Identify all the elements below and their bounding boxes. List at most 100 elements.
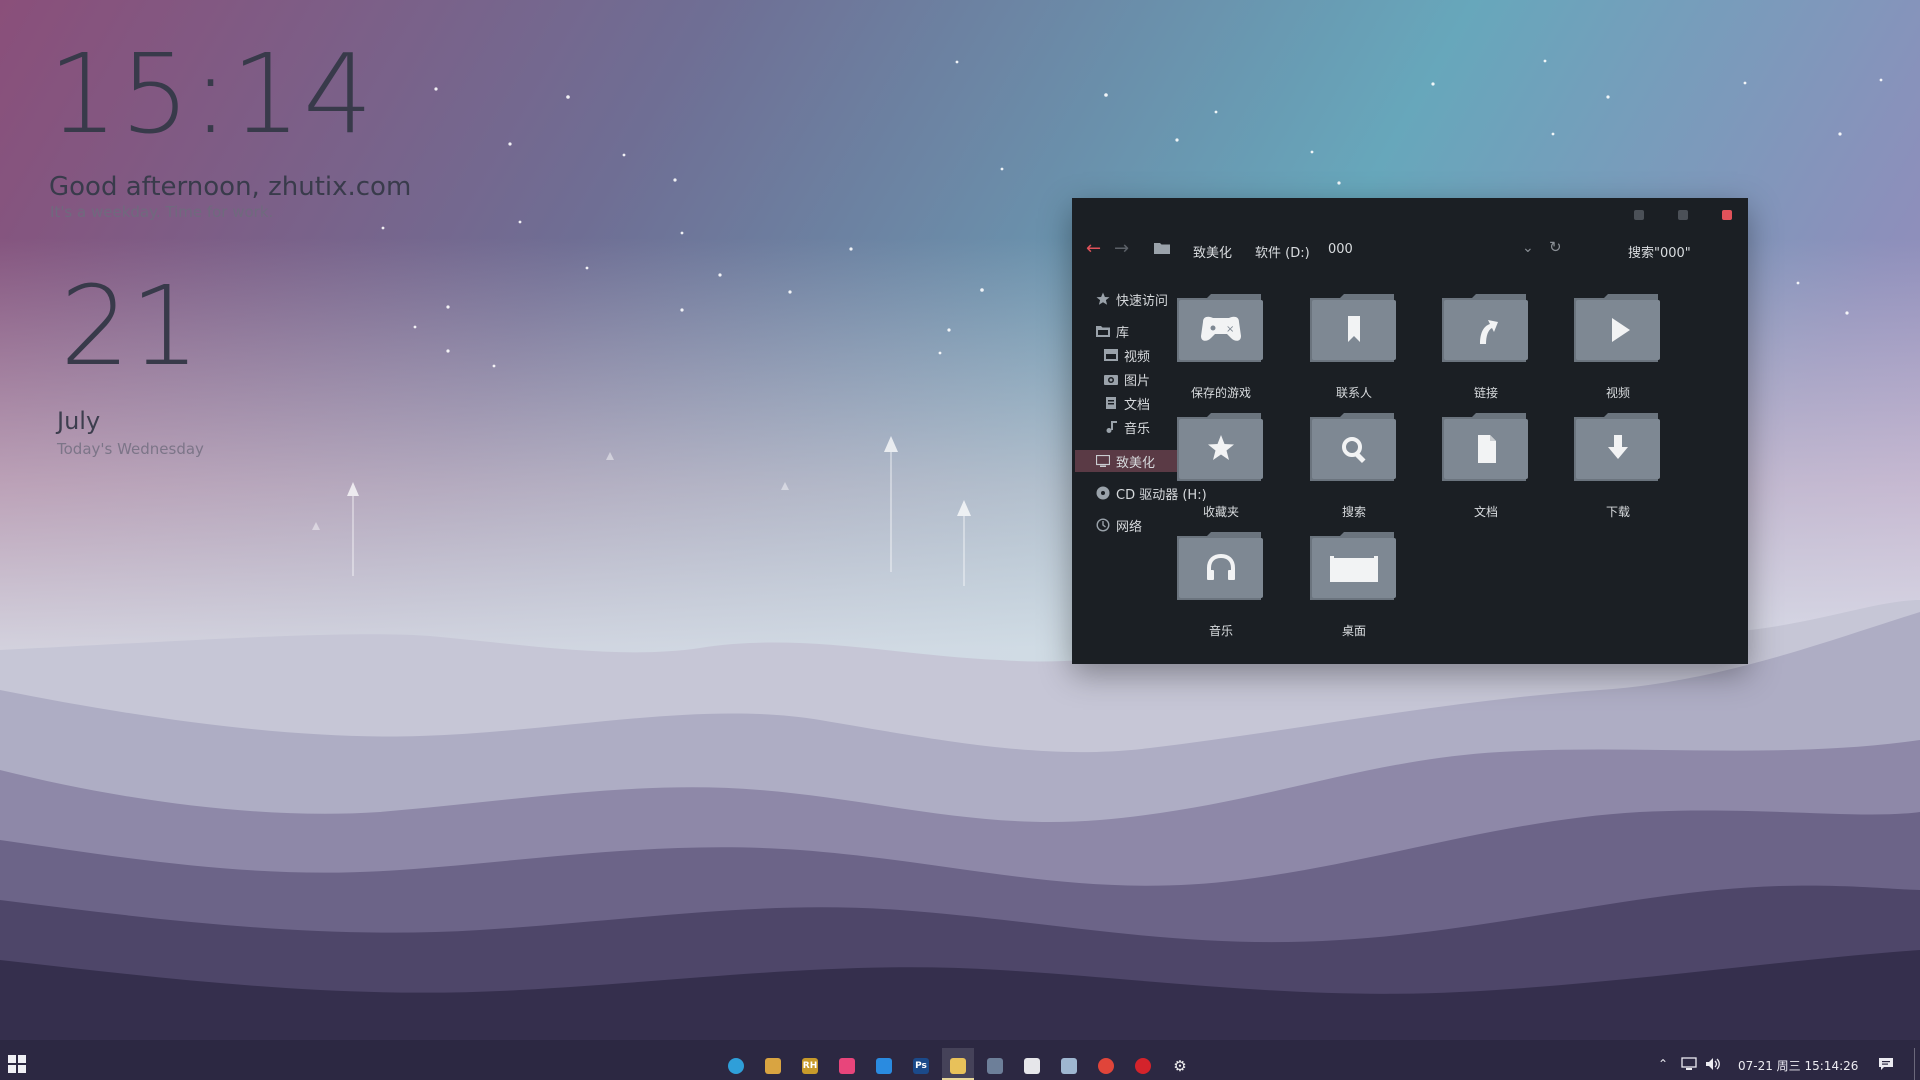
taskbar-app-screenshot[interactable] xyxy=(833,1052,861,1080)
chevron-down-icon[interactable]: ⌄ xyxy=(1522,240,1534,256)
sidebar-item-label: 视频 xyxy=(1124,349,1151,365)
svg-text:×: × xyxy=(1226,324,1234,335)
folder-links[interactable]: 链接 xyxy=(1431,294,1541,402)
notification-icon[interactable] xyxy=(1878,1057,1894,1071)
library-folder-icon xyxy=(1096,326,1110,337)
sidebar-item-videos[interactable]: 视频 xyxy=(1104,344,1150,366)
taskbar-app-tools[interactable] xyxy=(759,1052,787,1080)
taskbar-app-photoshop[interactable]: Ps xyxy=(907,1052,935,1080)
calculator-icon xyxy=(987,1058,1003,1074)
star-icon xyxy=(1177,413,1263,481)
folder-searches[interactable]: 搜索 xyxy=(1299,413,1409,521)
desktop: 15:14 Good afternoon, zhutix.com It's a … xyxy=(0,0,1920,1080)
greeting-subtext: It's a weekday. Time for work. xyxy=(50,203,274,221)
taskbar-app-files[interactable] xyxy=(1055,1052,1083,1080)
search-input[interactable]: 搜索"000" xyxy=(1628,242,1691,261)
notepad-icon xyxy=(1024,1058,1040,1074)
tools-icon xyxy=(765,1058,781,1074)
folder-contacts[interactable]: 联系人 xyxy=(1299,294,1409,402)
sidebar-item-label: 致美化 xyxy=(1116,455,1156,471)
headphones-icon xyxy=(1177,532,1263,600)
date-month: July xyxy=(57,407,101,435)
sidebar-item-music[interactable]: 音乐 xyxy=(1104,416,1150,438)
taskbar-clock[interactable]: 07-21 周三 15:14:26 xyxy=(1738,1057,1858,1074)
folder-label: 联系人 xyxy=(1335,386,1372,400)
minimize-button[interactable] xyxy=(1634,210,1644,220)
folder-music[interactable]: 音乐 xyxy=(1166,532,1276,640)
search-icon xyxy=(1310,413,1396,481)
folder-label: 链接 xyxy=(1473,386,1498,400)
music-note-icon xyxy=(1106,421,1117,433)
sidebar-item-label: 网络 xyxy=(1116,519,1143,535)
taskbar-app-chrome[interactable] xyxy=(1092,1052,1120,1080)
windows-start-icon[interactable] xyxy=(8,1055,26,1073)
taskbar-app-edge[interactable] xyxy=(722,1052,750,1080)
taskbar-app-writer[interactable] xyxy=(870,1052,898,1080)
files-icon xyxy=(1061,1058,1077,1074)
link-arrow-icon xyxy=(1442,294,1528,362)
folder-desktop[interactable]: 桌面 xyxy=(1299,532,1409,640)
sidebar-item-beautify[interactable]: 致美化 xyxy=(1096,450,1155,472)
folder-saved-games[interactable]: × 保存的游戏 xyxy=(1166,294,1276,402)
folder-label: 下载 xyxy=(1605,505,1630,519)
chevron-up-icon[interactable]: ⌃ xyxy=(1658,1057,1668,1071)
taskbar-app-calculator[interactable] xyxy=(981,1052,1009,1080)
breadcrumb-item[interactable]: 致美化 xyxy=(1193,242,1232,261)
folder-favorites[interactable]: 收藏夹 xyxy=(1166,413,1276,521)
folder-label: 桌面 xyxy=(1341,624,1366,638)
sidebar-item-label: 快速访问 xyxy=(1116,293,1169,309)
sidebar-item-pictures[interactable]: 图片 xyxy=(1104,368,1150,390)
folder-label: 收藏夹 xyxy=(1202,505,1239,519)
forward-arrow-icon[interactable]: → xyxy=(1114,240,1129,258)
taskbar-app-rh[interactable]: RH xyxy=(796,1052,824,1080)
sidebar-item-documents[interactable]: 文档 xyxy=(1104,392,1150,414)
edge-icon xyxy=(728,1058,744,1074)
sidebar-item-label: 音乐 xyxy=(1124,421,1151,437)
writer-icon xyxy=(876,1058,892,1074)
sidebar-item-quick-access[interactable]: 快速访问 xyxy=(1096,288,1168,310)
folder-downloads[interactable]: 下载 xyxy=(1563,413,1673,521)
chrome-icon xyxy=(1098,1058,1114,1074)
folder-icon xyxy=(1154,243,1170,254)
maximize-button[interactable] xyxy=(1678,210,1688,220)
folder-label: 音乐 xyxy=(1208,624,1233,638)
folder-label: 文档 xyxy=(1473,505,1498,519)
breadcrumb-item[interactable]: 软件 (D:) xyxy=(1255,242,1310,261)
document-icon xyxy=(1442,413,1528,481)
sidebar-item-label: 图片 xyxy=(1124,373,1151,389)
taskbar-app-notepad[interactable] xyxy=(1018,1052,1046,1080)
folder-documents[interactable]: 文档 xyxy=(1431,413,1541,521)
netease-music-icon xyxy=(1135,1058,1151,1074)
folder-label: 视频 xyxy=(1605,386,1630,400)
folder-videos[interactable]: 视频 xyxy=(1563,294,1673,402)
document-icon xyxy=(1106,397,1116,409)
monitor-icon xyxy=(1096,455,1110,467)
taskbar-app-settings[interactable]: ⚙ xyxy=(1166,1052,1194,1080)
cd-icon xyxy=(1096,486,1110,500)
star-icon xyxy=(1096,292,1110,305)
play-icon xyxy=(1574,294,1660,362)
network-status-icon[interactable] xyxy=(1681,1057,1697,1071)
clock-time: 15:14 xyxy=(48,30,376,158)
camera-icon xyxy=(1104,375,1118,385)
refresh-icon[interactable]: ↻ xyxy=(1549,238,1562,256)
rh-icon: RH xyxy=(802,1058,818,1074)
taskbar-app-netease-music[interactable] xyxy=(1129,1052,1157,1080)
taskbar-app-file-explorer[interactable] xyxy=(944,1052,972,1080)
show-desktop-button[interactable] xyxy=(1914,1048,1915,1080)
sidebar-item-network[interactable]: 网络 xyxy=(1096,514,1142,536)
date-day: 21 xyxy=(60,262,200,390)
desktop-icon xyxy=(1310,532,1396,600)
volume-icon[interactable] xyxy=(1705,1057,1721,1071)
greeting-text: Good afternoon, zhutix.com xyxy=(49,172,412,202)
back-arrow-icon[interactable]: ← xyxy=(1086,240,1101,258)
folder-label: 保存的游戏 xyxy=(1190,386,1251,400)
bookmark-icon xyxy=(1310,294,1396,362)
folder-label: 搜索 xyxy=(1341,505,1366,519)
breadcrumb-item[interactable]: 000 xyxy=(1328,242,1353,257)
sidebar-item-library[interactable]: 库 xyxy=(1096,320,1129,342)
sidebar-item-label: 库 xyxy=(1116,325,1130,341)
screenshot-icon xyxy=(839,1058,855,1074)
close-button[interactable] xyxy=(1722,210,1732,220)
video-icon xyxy=(1104,349,1118,361)
